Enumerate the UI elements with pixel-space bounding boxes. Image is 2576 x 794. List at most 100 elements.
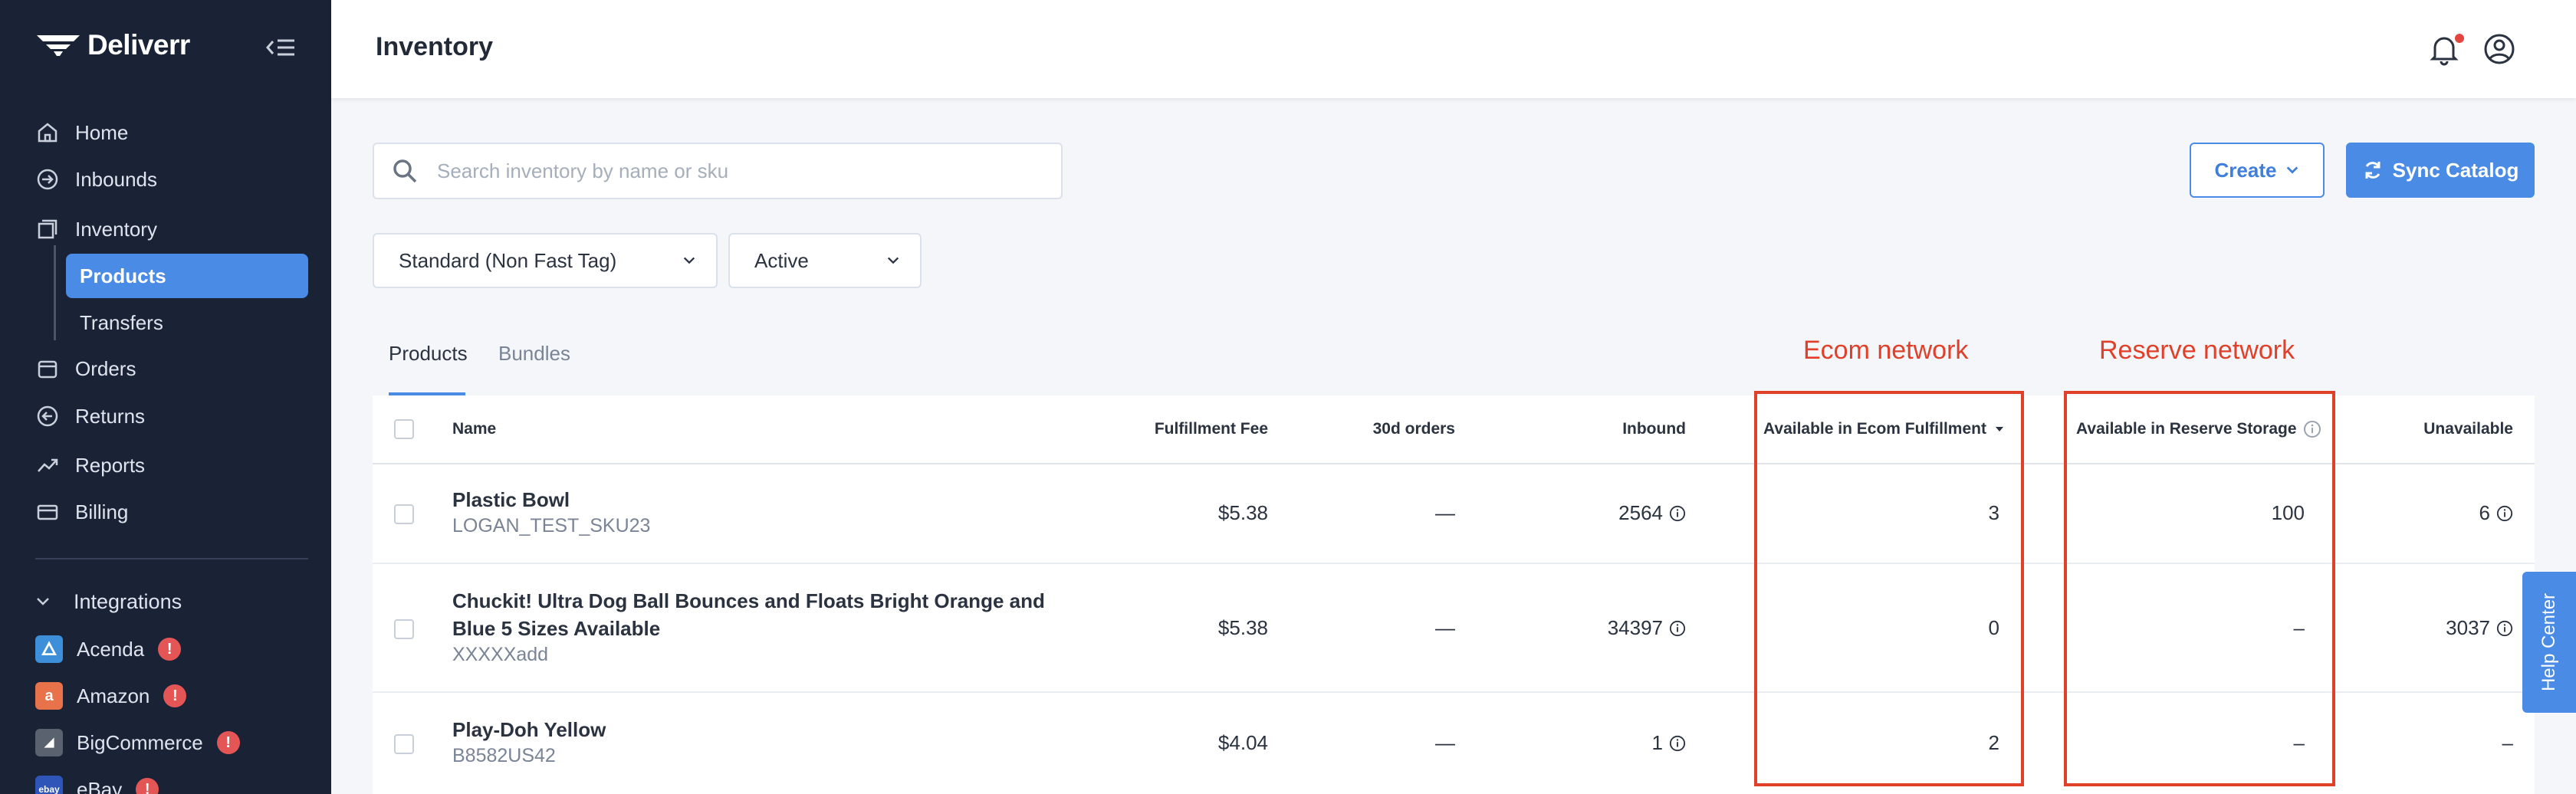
integrations-toggle[interactable]: Integrations [35, 580, 182, 623]
nav-billing[interactable]: Billing [35, 491, 128, 533]
column-header-orders[interactable]: 30d orders [1331, 395, 1455, 463]
inbound-cell: 34397 [1561, 616, 1686, 640]
nav-inventory[interactable]: Inventory [35, 208, 157, 251]
column-header-inbound[interactable]: Inbound [1561, 395, 1686, 463]
inbound-cell: 2564 [1561, 501, 1686, 525]
nav-inbounds[interactable]: Inbounds [35, 158, 157, 201]
integration-ebay-label: eBay [77, 777, 123, 794]
integration-ebay[interactable]: ebay eBay ! [35, 768, 159, 794]
brand-logo[interactable]: Deliverr [35, 29, 190, 61]
user-icon[interactable] [2482, 32, 2516, 66]
deliverr-logo-icon [37, 35, 80, 56]
bigcommerce-logo [35, 729, 63, 756]
integration-amazon[interactable]: a Amazon ! [35, 674, 187, 717]
search-icon [393, 159, 417, 183]
tag-filter-value: Standard (Non Fast Tag) [399, 248, 617, 272]
info-icon[interactable] [1669, 620, 1686, 637]
product-name[interactable]: Chuckit! Ultra Dog Ball Bounces and Floa… [452, 587, 1058, 642]
create-button[interactable]: Create [2190, 143, 2325, 198]
row-checkbox[interactable] [394, 734, 414, 754]
status-filter-select[interactable]: Active [728, 233, 922, 288]
integration-amazon-label: Amazon [77, 684, 150, 707]
orders-icon [38, 360, 58, 379]
sidebar: Deliverr Home Inbounds Inventory Product… [0, 0, 331, 794]
integration-acenda[interactable]: Acenda ! [35, 628, 182, 671]
nav-reports[interactable]: Reports [35, 444, 145, 487]
nav-inventory-label: Inventory [75, 217, 157, 241]
fee-cell: $5.38 [1217, 501, 1268, 524]
product-sku: LOGAN_TEST_SKU23 [452, 515, 651, 536]
sync-icon [2365, 162, 2380, 179]
search-input[interactable] [437, 159, 1035, 183]
row-checkbox[interactable] [394, 619, 414, 639]
nav-inbounds-label: Inbounds [75, 167, 157, 191]
reports-icon [38, 458, 58, 472]
column-header-fee[interactable]: Fulfillment Fee [1139, 395, 1268, 463]
annotation-ecom-label: Ecom network [1803, 336, 1969, 365]
column-header-unavailable[interactable]: Unavailable [2366, 395, 2513, 463]
ebay-logo: ebay [35, 776, 63, 794]
nav-reports-label: Reports [75, 453, 146, 477]
chevron-down-icon [887, 257, 899, 264]
nav-billing-label: Billing [75, 500, 129, 523]
product-sku: B8582US42 [452, 745, 556, 766]
nav-home[interactable]: Home [35, 111, 128, 154]
help-center-label: Help Center [2538, 592, 2559, 692]
inbound-value: 2564 [1618, 501, 1663, 524]
unavailable-value: 3037 [2446, 616, 2490, 639]
billing-icon [37, 504, 58, 520]
column-header-name[interactable]: Name [452, 395, 496, 463]
orders-cell: — [1435, 501, 1455, 524]
status-filter-value: Active [754, 248, 809, 272]
sidebar-item-products[interactable]: Products [66, 254, 308, 298]
tag-filter-select[interactable]: Standard (Non Fast Tag) [373, 233, 718, 288]
inbound-cell: 1 [1561, 731, 1686, 755]
product-name[interactable]: Plastic Bowl [452, 486, 1058, 513]
alert-badge: ! [158, 638, 182, 661]
annotation-ecom-box [1754, 391, 2024, 786]
integrations-label: Integrations [74, 589, 182, 613]
amazon-logo: a [35, 682, 63, 710]
integration-bigcommerce-label: BigCommerce [77, 730, 203, 754]
orders-cell: — [1435, 731, 1455, 754]
fee-cell: $4.04 [1217, 731, 1268, 754]
tab-bundles[interactable]: Bundles [498, 342, 570, 366]
collapse-sidebar-icon[interactable] [265, 35, 296, 60]
unavailable-value: 6 [2479, 501, 2490, 524]
returns-icon [37, 405, 58, 427]
nav-returns-label: Returns [75, 404, 146, 428]
nav-orders[interactable]: Orders [35, 347, 136, 390]
unavailable-cell: 3037 [2366, 616, 2513, 640]
help-center-button[interactable]: Help Center [2522, 572, 2576, 713]
search-box [373, 143, 1063, 199]
select-all-checkbox[interactable] [394, 419, 414, 439]
info-icon[interactable] [2496, 505, 2513, 522]
page-title: Inventory [376, 32, 494, 61]
tab-products[interactable]: Products [389, 342, 468, 366]
info-icon[interactable] [1669, 505, 1686, 522]
inbound-value: 34397 [1607, 616, 1663, 639]
product-name[interactable]: Play-Doh Yellow [452, 716, 1058, 743]
info-icon[interactable] [2496, 620, 2513, 637]
brand-name: Deliverr [87, 29, 190, 61]
chevron-down-icon [37, 598, 49, 605]
info-icon[interactable] [1669, 735, 1686, 752]
arrow-in-icon [37, 169, 58, 190]
chevron-down-icon [683, 257, 695, 264]
unavailable-cell: – [2502, 731, 2513, 754]
fee-cell: $5.38 [1217, 616, 1268, 639]
top-bar: Inventory [331, 0, 2576, 98]
nav-orders-label: Orders [75, 356, 136, 380]
nav-home-label: Home [75, 120, 129, 144]
sidebar-item-transfers[interactable]: Transfers [66, 300, 308, 345]
nav-returns[interactable]: Returns [35, 395, 145, 438]
annotation-reserve-box [2064, 391, 2335, 786]
alert-badge: ! [163, 684, 187, 707]
alert-badge: ! [136, 778, 159, 794]
row-checkbox[interactable] [394, 504, 414, 524]
sync-catalog-button[interactable]: Sync Catalog [2346, 143, 2535, 198]
product-sku: XXXXXadd [452, 644, 549, 665]
integration-bigcommerce[interactable]: BigCommerce ! [35, 721, 240, 764]
sidebar-divider [35, 558, 308, 559]
sync-catalog-label: Sync Catalog [2392, 158, 2519, 182]
